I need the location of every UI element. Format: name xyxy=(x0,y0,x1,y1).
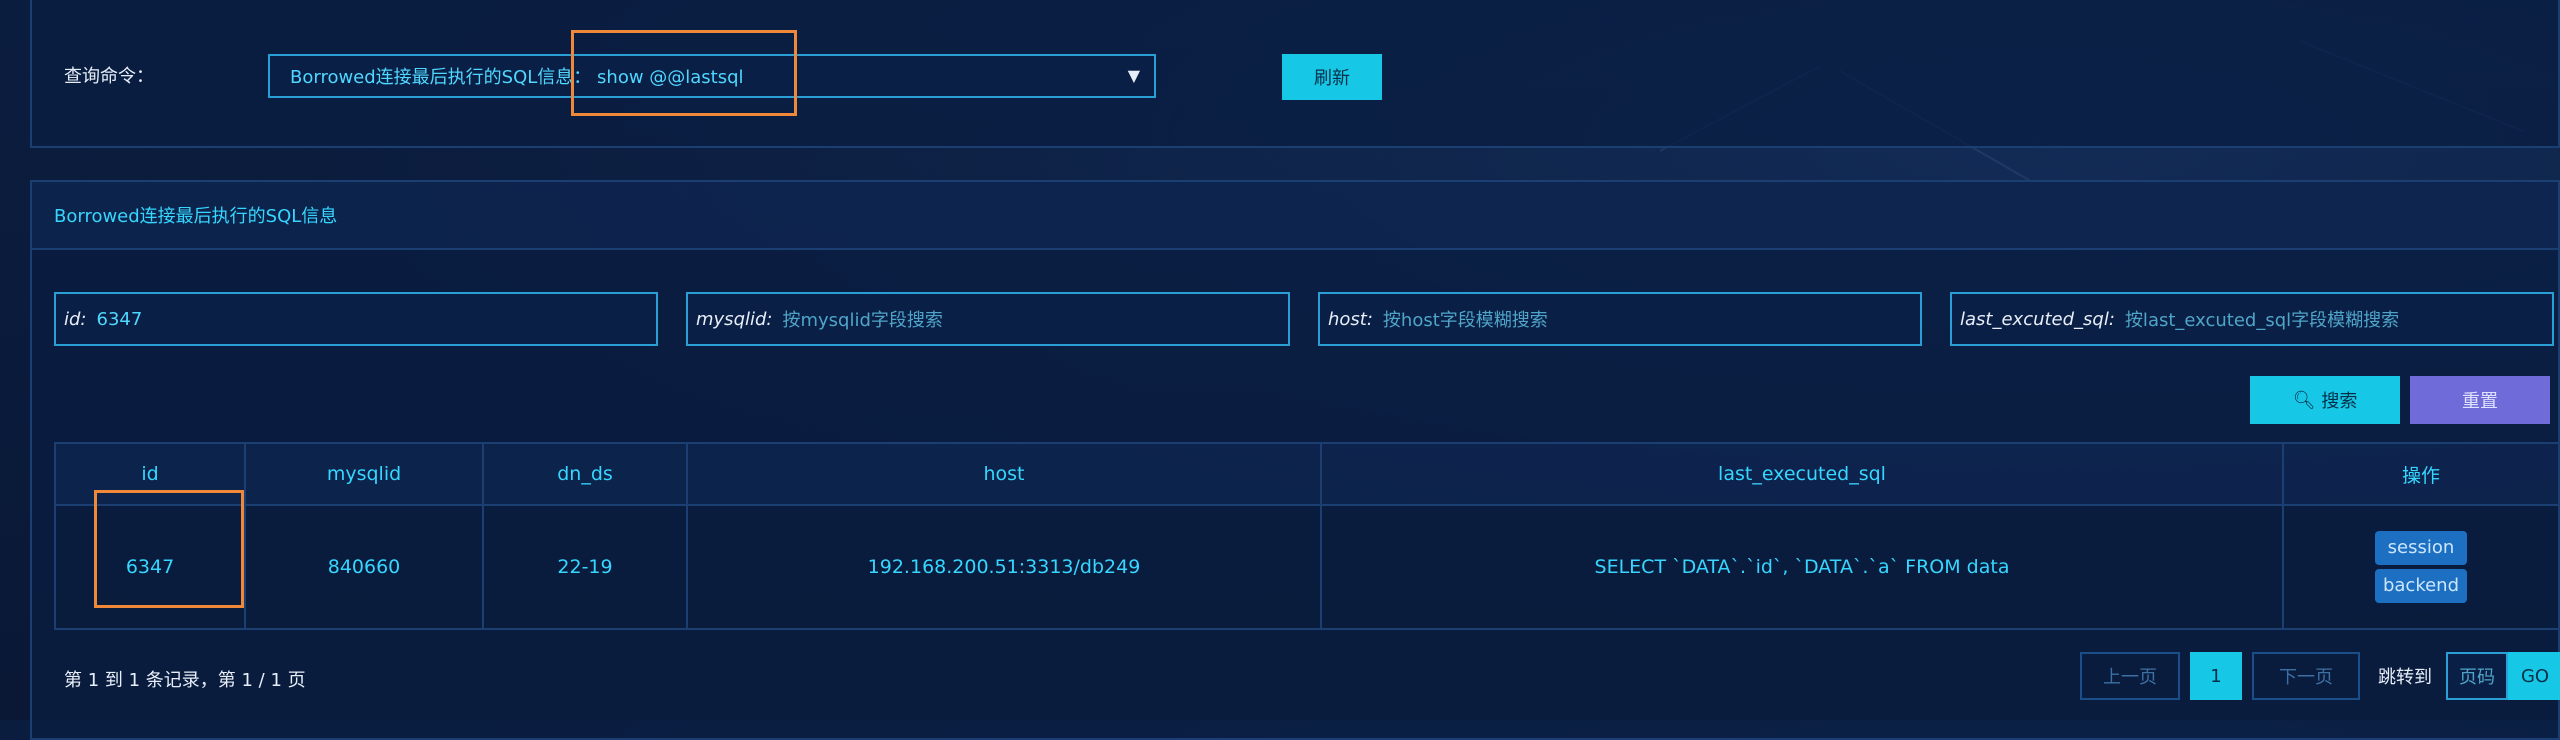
refresh-button[interactable]: 刷新 xyxy=(1282,54,1382,100)
column-header-mysqlid[interactable]: mysqlid xyxy=(244,442,484,506)
sql-filter-input[interactable]: last_excuted_sql: 按last_excuted_sql字段模糊搜… xyxy=(1950,292,2554,346)
jump-to-label: 跳转到 xyxy=(2378,667,2432,688)
filter-label: host: xyxy=(1328,308,1373,330)
query-label: 查询命令： xyxy=(64,66,154,87)
page-number-input[interactable]: 页码 xyxy=(2446,652,2508,700)
column-header-last-executed-sql[interactable]: last_executed_sql xyxy=(1320,442,2284,506)
prev-page-button[interactable]: 上一页 xyxy=(2080,652,2180,700)
search-button-label: 搜索 xyxy=(2321,391,2358,412)
page-1-button[interactable]: 1 xyxy=(2190,652,2242,700)
search-button[interactable]: 🔍︎ 搜索 xyxy=(2250,376,2400,424)
chevron-down-icon: ▼ xyxy=(1127,66,1140,85)
table-panel: Borrowed连接最后执行的SQL信息 id: 6347 mysqlid: 按… xyxy=(30,180,2560,740)
column-header-dn-ds[interactable]: dn_ds xyxy=(482,442,688,506)
cell-dn-ds: 22-19 xyxy=(482,504,688,630)
column-header-host[interactable]: host xyxy=(686,442,1322,506)
table-header-row: id mysqlid dn_ds host last_executed_sql … xyxy=(54,442,2560,506)
pagination-summary: 第 1 到 1 条记录，第 1 / 1 页 xyxy=(64,670,306,691)
cell-actions: session backend xyxy=(2282,504,2560,630)
cell-last-executed-sql: SELECT `DATA`.`id`, `DATA`.`a` FROM data xyxy=(1320,504,2284,630)
cell-host: 192.168.200.51:3313/db249 xyxy=(686,504,1322,630)
filter-placeholder: 按last_excuted_sql字段模糊搜索 xyxy=(2124,310,2400,331)
filter-label: last_excuted_sql: xyxy=(1960,308,2115,330)
filter-label: mysqlid: xyxy=(696,308,773,330)
highlight-box-id xyxy=(94,490,244,608)
backend-button[interactable]: backend xyxy=(2375,569,2467,603)
highlight-box-query xyxy=(571,30,797,116)
session-button[interactable]: session xyxy=(2375,531,2467,565)
mysqlid-filter-input[interactable]: mysqlid: 按mysqlid字段搜索 xyxy=(686,292,1290,346)
query-panel: 查询命令： Borrowed连接最后执行的SQL信息： show @@lasts… xyxy=(30,0,2560,148)
cell-mysqlid: 840660 xyxy=(244,504,484,630)
table-row: 6347 840660 22-19 192.168.200.51:3313/db… xyxy=(54,504,2560,630)
data-table: id mysqlid dn_ds host last_executed_sql … xyxy=(54,442,2560,630)
filter-placeholder: 按mysqlid字段搜索 xyxy=(782,310,943,331)
filter-placeholder: 按host字段模糊搜索 xyxy=(1382,310,1548,331)
host-filter-input[interactable]: host: 按host字段模糊搜索 xyxy=(1318,292,1922,346)
reset-button[interactable]: 重置 xyxy=(2410,376,2550,424)
go-button[interactable]: GO xyxy=(2508,652,2560,700)
column-header-actions: 操作 xyxy=(2282,442,2560,506)
search-icon: 🔍︎ xyxy=(2292,389,2316,411)
panel-title: Borrowed连接最后执行的SQL信息 xyxy=(32,182,2558,250)
filter-label: id: xyxy=(64,308,87,330)
filter-value: 6347 xyxy=(96,308,143,330)
next-page-button[interactable]: 下一页 xyxy=(2252,652,2360,700)
id-filter-input[interactable]: id: 6347 xyxy=(54,292,658,346)
